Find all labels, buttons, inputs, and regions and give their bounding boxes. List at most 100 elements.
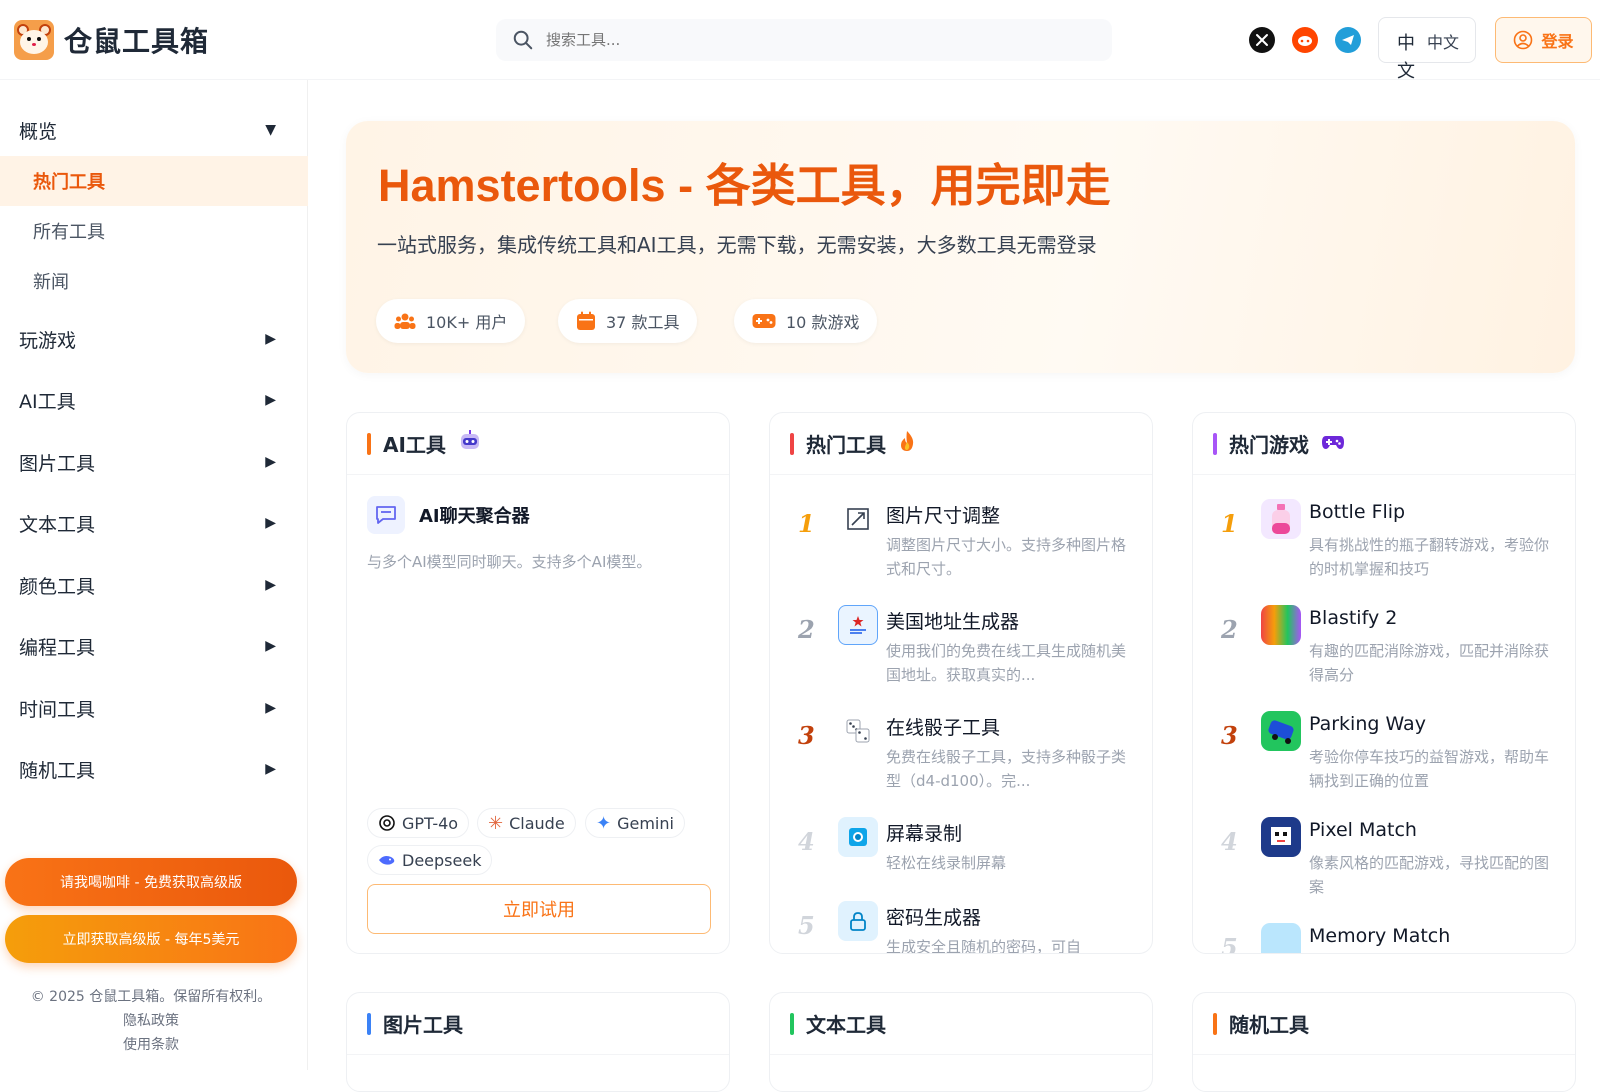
hot-tool-item[interactable]: 5 密码生成器 生成安全且随机的密码，可自 [794,901,1134,954]
nav-games[interactable]: 玩游戏 ▶ [0,319,308,359]
nav-ai-tools[interactable]: AI工具 ▶ [0,380,308,420]
calendar-icon [577,311,595,330]
model-label: Claude [509,813,565,833]
model-chip-deepseek: Deepseek [367,845,493,875]
claude-icon: ✳ [488,812,504,834]
rank-number: 3 [1221,721,1238,750]
login-button[interactable]: 登录 [1495,17,1592,63]
tool-title: 密码生成器 [886,907,982,929]
search-icon [513,30,533,50]
search-bar[interactable] [496,19,1112,61]
nav-text-tools[interactable]: 文本工具 ▶ [0,503,308,543]
x-icon[interactable] [1249,27,1275,53]
caret-right-icon: ▶ [265,638,276,654]
nav-label: 图片工具 [19,452,96,475]
hero-banner: Hamstertools - 各类工具，用完即走 一站式服务，集成传统工具和AI… [346,121,1575,373]
language-selector[interactable]: 中文 中文 [1378,17,1476,82]
nav-label: 时间工具 [19,698,96,721]
buy-coffee-button[interactable]: 请我喝咖啡 - 免费获取高级版 [5,858,297,906]
hero-title: Hamstertools - 各类工具，用完即走 [378,160,1111,211]
try-now-button[interactable]: 立即试用 [367,884,711,934]
reddit-icon[interactable] [1292,27,1318,53]
hot-tool-item[interactable]: 1 图片尺寸调整 调整图片尺寸大小。支持多种图片格式和尺寸。 [794,499,1134,599]
hot-tool-item[interactable]: 2 美国地址生成器 使用我们的免费在线工具生成随机美国地址。获取真实的... [794,605,1134,705]
tool-desc: 生成安全且随机的密码，可自 [886,938,1082,954]
card-title: 文本工具 [806,1013,886,1037]
accent-bar [790,1012,794,1035]
nav-label: 编程工具 [19,636,96,659]
card-header: 热门游戏 [1193,413,1575,475]
address-card-icon [838,605,878,645]
hero-subtitle: 一站式服务，集成传统工具和AI工具，无需下载，无需安装，大多数工具无需登录 [377,233,1097,257]
model-label: Gemini [617,813,674,833]
nav-code-tools[interactable]: 编程工具 ▶ [0,626,308,666]
nav-time-tools[interactable]: 时间工具 ▶ [0,688,308,728]
nav-random-tools[interactable]: 随机工具 ▶ [0,749,308,789]
hot-game-item[interactable]: 4 Pixel Match 像素风格的匹配游戏，寻找匹配的图案 [1217,817,1557,917]
game-desc: 具有挑战性的瓶子翻转游戏，考验你的时机掌握和技巧 [1309,536,1550,578]
telegram-icon[interactable] [1335,27,1361,53]
logo[interactable]: 仓鼠工具箱 [14,19,209,60]
hot-game-item[interactable]: 5 Memory Match [1217,923,1557,953]
hot-tool-item[interactable]: 3 在线骰子工具 免费在线骰子工具，支持多种骰子类型（d4-d100）。完... [794,711,1134,811]
caret-right-icon: ▶ [265,331,276,347]
sidebar-item-hot-tools[interactable]: 热门工具 [0,156,308,206]
model-label: Deepseek [402,850,482,870]
card-header: 随机工具 [1193,993,1575,1055]
search-input[interactable] [546,31,1046,49]
copyright-text: © 2025 仓鼠工具箱。保留所有权利。 [30,989,272,1005]
stat-games: 10 款游戏 [734,299,878,343]
model-chip-gemini: ✦ Gemini [585,808,685,838]
stat-games-label: 10 款游戏 [786,313,860,332]
ai-tool-name: AI聊天聚合器 [419,506,530,527]
tool-desc: 轻松在线录制屏幕 [886,854,1007,872]
tool-title: 屏幕录制 [886,823,963,845]
resize-icon [838,499,878,539]
gemini-icon: ✦ [596,812,612,834]
model-label: GPT-4o [402,813,459,833]
nav-color-tools[interactable]: 颜色工具 ▶ [0,565,308,605]
rank-number: 1 [798,509,815,538]
nav-image-tools[interactable]: 图片工具 ▶ [0,442,308,482]
stat-tools: 37 款工具 [558,299,698,343]
language-glyph: 中文 [1397,33,1415,82]
nav-label: 玩游戏 [19,329,77,352]
stat-users: 10K+ 用户 [376,299,526,343]
language-label: 中文 [1427,33,1460,52]
card-header: 文本工具 [770,993,1152,1055]
nav-overview[interactable]: 概览 ▼ [0,110,308,150]
tool-title: 图片尺寸调整 [886,505,1001,527]
card-title: 热门工具 [806,433,886,457]
game-title: Memory Match [1309,925,1451,947]
caret-right-icon: ▶ [265,515,276,531]
gamepad-icon [752,314,776,328]
hot-game-item[interactable]: 3 Parking Way 考验你停车技巧的益智游戏，帮助车辆找到正确的位置 [1217,711,1557,811]
nav-label: 随机工具 [19,759,96,782]
sidebar-item-news[interactable]: 新闻 [0,256,308,306]
parking-way-icon [1261,711,1301,751]
gamepad-icon [1321,432,1345,456]
user-icon [1514,30,1533,50]
lock-icon [838,901,878,941]
sidebar-item-all-tools[interactable]: 所有工具 [0,206,308,256]
stat-tools-label: 37 款工具 [606,313,680,332]
hot-game-item[interactable]: 2 Blastify 2 有趣的匹配消除游戏，匹配并消除获得高分 [1217,605,1557,705]
terms-link[interactable]: 使用条款 [0,1034,302,1054]
game-title: Parking Way [1309,713,1426,735]
bottle-flip-icon [1261,499,1301,539]
text-tools-card: 文本工具 [769,992,1153,1092]
rank-number: 2 [798,615,815,644]
accent-bar [367,432,371,455]
caret-right-icon: ▶ [265,454,276,470]
game-title: Bottle Flip [1309,501,1406,523]
rank-number: 5 [798,911,815,940]
rank-number: 1 [1221,509,1238,538]
random-tools-card: 随机工具 [1192,992,1576,1092]
robot-icon [458,430,482,457]
hot-game-item[interactable]: 1 Bottle Flip 具有挑战性的瓶子翻转游戏，考验你的时机掌握和技巧 [1217,499,1557,599]
caret-right-icon: ▶ [265,392,276,408]
privacy-link[interactable]: 隐私政策 [0,1010,302,1030]
ai-chat-aggregator[interactable]: AI聊天聚合器 [367,496,530,534]
get-premium-button[interactable]: 立即获取高级版 - 每年5美元 [5,915,297,963]
header: 仓鼠工具箱 中文 中文 登录 [0,0,1600,82]
